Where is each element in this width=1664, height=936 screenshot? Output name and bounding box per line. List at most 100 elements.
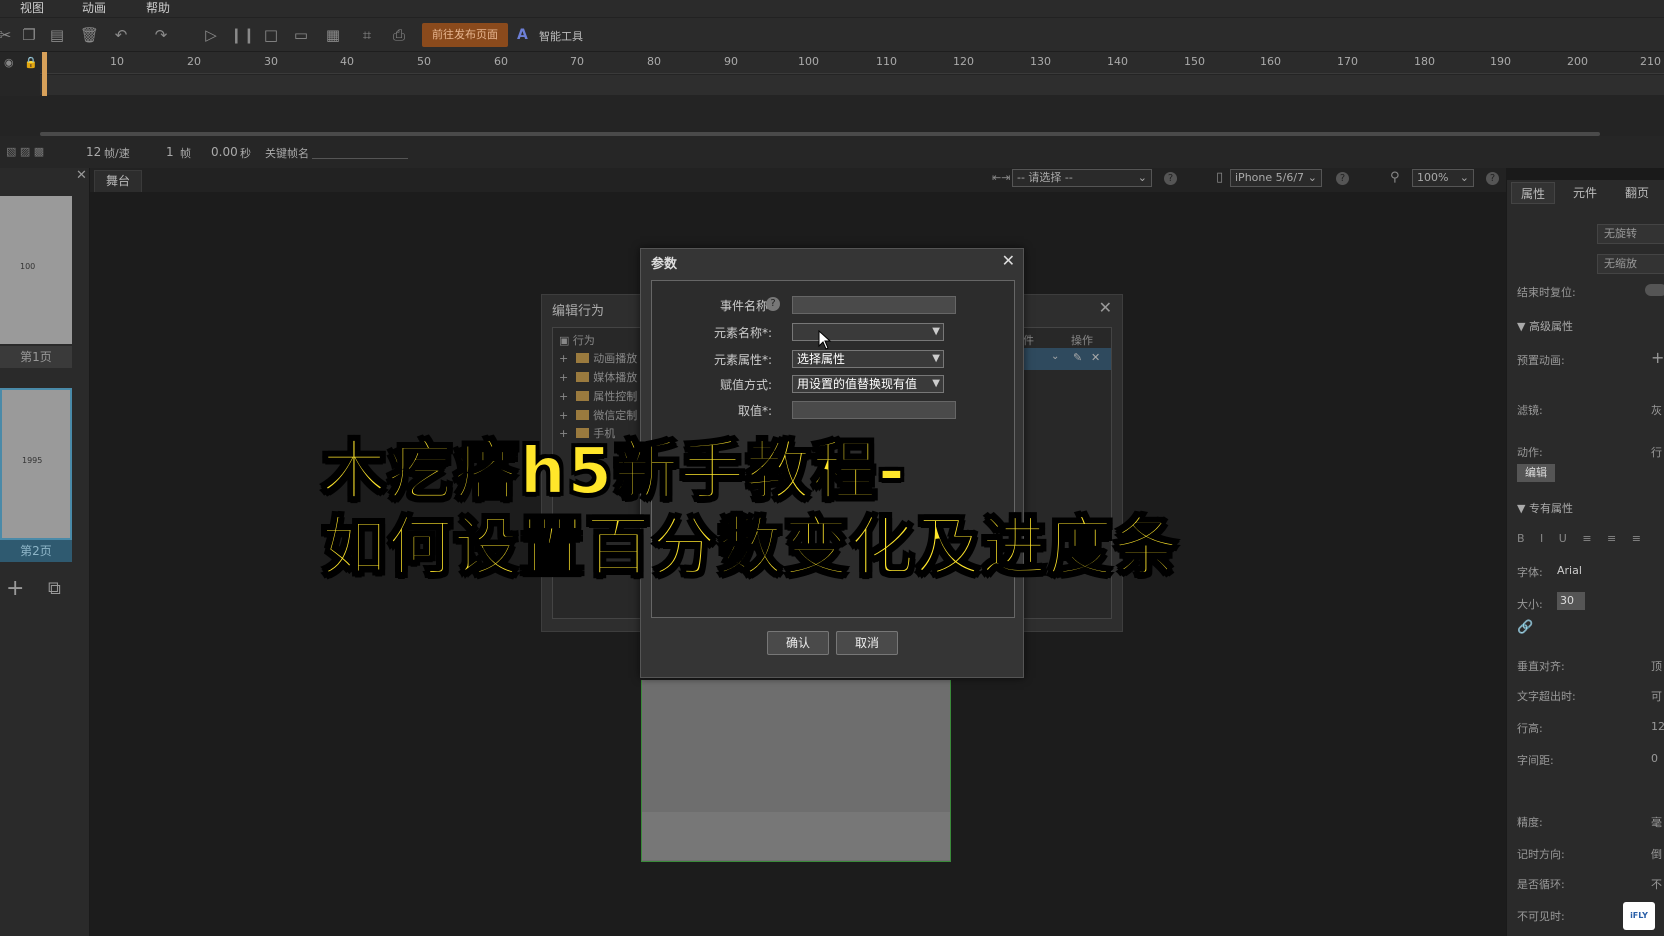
layer-controls: ◉ 🔒 — [0, 52, 40, 96]
ai-tool-icon[interactable]: A — [517, 27, 528, 43]
device-select[interactable]: iPhone 5/6/7 ⌄ — [1230, 169, 1322, 187]
js-icon[interactable]: ⌗ — [358, 26, 376, 44]
element-prop-select[interactable]: 选择属性 ▼ — [792, 350, 944, 368]
advanced-section-header[interactable]: ▼ 高级属性 — [1517, 318, 1573, 334]
font-value[interactable]: Arial — [1557, 564, 1582, 577]
delete-icon[interactable]: ✕ — [1091, 351, 1100, 364]
overflow-value[interactable]: 可 — [1651, 688, 1662, 704]
help-icon[interactable]: ? — [1486, 172, 1499, 185]
add-anim-icon[interactable]: + — [1651, 348, 1664, 367]
filter-label: 滤镜: — [1517, 404, 1543, 417]
page-thumbnail-2[interactable]: 1995 — [0, 388, 72, 540]
tree-item[interactable]: + 属性控制 — [559, 388, 637, 404]
timeline: ◉ 🔒 10 20 30 40 50 60 70 80 90 100 110 1… — [0, 52, 1664, 136]
help-icon[interactable]: ? — [1336, 172, 1349, 185]
letter-spacing-value[interactable]: 0 — [1651, 752, 1658, 765]
play-icon[interactable]: ▷ — [202, 26, 220, 44]
add-page-icon[interactable]: + — [6, 576, 24, 601]
delete-icon[interactable]: 🗑 — [80, 26, 99, 44]
link-icon[interactable]: 🔗 — [1517, 620, 1533, 635]
event-name-label: 事件名称: — [719, 299, 772, 313]
line-height-value[interactable]: 12 — [1651, 720, 1664, 733]
timeline-ruler[interactable]: 10 20 30 40 50 60 70 80 90 100 110 120 1… — [40, 52, 1664, 74]
event-name-input[interactable] — [792, 296, 956, 314]
timeline-track[interactable] — [40, 75, 1664, 95]
copy-page-icon[interactable]: ⧉ — [48, 578, 61, 599]
close-icon[interactable]: ✕ — [1002, 251, 1015, 270]
filter-value[interactable]: 灰 — [1651, 402, 1662, 418]
zoom-icon[interactable]: ⚲ — [1390, 170, 1400, 185]
help-icon[interactable]: ? — [1164, 172, 1177, 185]
element-select[interactable]: -- 请选择 -- ⌄ — [1012, 169, 1152, 187]
zoom-select[interactable]: 100% ⌄ — [1412, 169, 1474, 187]
rotate-select[interactable]: 无旋转 — [1597, 224, 1664, 244]
page-label-2[interactable]: 第2页 — [0, 540, 72, 562]
tab-components[interactable]: 元件 — [1563, 182, 1607, 204]
thumb-text: 100 — [20, 262, 36, 271]
timeline-status-bar: ▧ ▨ ▩ 12 帧/速 1 帧 0.00 秒 关键帧名 — [0, 136, 1664, 168]
pause-icon[interactable]: ❙❙ — [230, 26, 255, 44]
close-icon[interactable]: ✕ — [1099, 298, 1112, 317]
tree-item-label: 媒体播放 — [593, 371, 638, 384]
close-icon[interactable]: ✕ — [76, 168, 87, 183]
reset-toggle[interactable] — [1645, 284, 1664, 296]
eye-icon[interactable]: ◉ — [4, 56, 14, 69]
menu-help[interactable]: 帮助 — [146, 0, 170, 17]
print-icon[interactable]: ⎙ — [390, 26, 408, 44]
redo-icon[interactable]: ↷ — [152, 26, 170, 44]
tick-label: 50 — [417, 55, 431, 68]
lock-icon[interactable]: 🔒 — [24, 56, 38, 69]
qrcode-icon[interactable]: ▦ — [324, 26, 342, 44]
help-icon[interactable]: ? — [766, 297, 780, 311]
frame-tools-icon[interactable]: ▧ ▨ ▩ — [6, 145, 44, 158]
tree-item-label: 动画播放 — [593, 352, 638, 365]
size-value[interactable]: 30 — [1557, 592, 1585, 610]
tab-page-turn[interactable]: 翻页 — [1615, 182, 1659, 204]
behavior-row[interactable]: ⌄ ✎ ✕ — [1023, 348, 1111, 370]
progress-bar-element[interactable] — [642, 812, 950, 860]
cut-icon[interactable]: ✂ — [0, 26, 14, 44]
screen-icon[interactable]: ▭ — [292, 26, 310, 44]
size-label: 大小: — [1517, 598, 1543, 611]
page-thumbnail-1[interactable]: 100 — [0, 196, 72, 344]
folder-icon — [576, 410, 590, 420]
select-placeholder: -- 请选择 -- — [1017, 171, 1073, 184]
tab-stage[interactable]: 舞台 — [94, 170, 142, 192]
paste-icon[interactable]: ▤ — [48, 26, 66, 44]
scale-select[interactable]: 无缩放 — [1597, 254, 1664, 274]
confirm-button[interactable]: 确认 — [767, 631, 829, 655]
tree-item-label: 属性控制 — [593, 390, 638, 403]
playhead[interactable] — [42, 52, 47, 96]
timer-direction-value[interactable]: 倒 — [1651, 846, 1662, 862]
tree-item[interactable]: + 动画播放 — [559, 350, 637, 366]
tree-root[interactable]: ▣ 行为 — [559, 332, 595, 348]
edit-icon[interactable]: ✎ — [1073, 351, 1082, 364]
edit-action-button[interactable]: 编辑 — [1517, 464, 1555, 482]
stop-icon[interactable]: □ — [262, 26, 280, 44]
assign-select[interactable]: 用设置的值替换现有值 ▼ — [792, 375, 944, 393]
page-label-1[interactable]: 第1页 — [0, 346, 72, 368]
valign-value[interactable]: 顶 — [1651, 658, 1662, 674]
menu-view[interactable]: 视图 — [20, 0, 44, 17]
undo-icon[interactable]: ↶ — [112, 26, 130, 44]
exclusive-section-header[interactable]: ▼ 专有属性 — [1517, 500, 1573, 516]
mouse-cursor-icon — [818, 330, 832, 350]
element-name-select[interactable]: ▼ — [792, 323, 944, 341]
publish-page-button[interactable]: 前往发布页面 — [422, 23, 508, 47]
tree-item[interactable]: + 媒体播放 — [559, 369, 637, 385]
fps-value[interactable]: 12 — [86, 145, 101, 159]
ai-tool-label[interactable]: 智能工具 — [539, 28, 583, 44]
copy-icon[interactable]: ❐ — [20, 26, 38, 44]
precision-value[interactable]: 毫 — [1651, 814, 1662, 830]
value-input[interactable] — [792, 401, 956, 419]
menu-animation[interactable]: 动画 — [82, 0, 106, 17]
preset-anim-label: 预置动画: — [1517, 354, 1565, 367]
frame-label: 帧 — [180, 147, 191, 160]
tab-properties[interactable]: 属性 — [1511, 182, 1555, 204]
text-format-icons[interactable]: B I U ≡ ≡ ≡ — [1517, 532, 1647, 545]
cancel-button[interactable]: 取消 — [836, 631, 898, 655]
keyframe-name-input[interactable] — [312, 158, 408, 159]
chevron-down-icon[interactable]: ⌄ — [1051, 351, 1059, 362]
align-icon[interactable]: ⇤⇥ — [992, 171, 1010, 184]
loop-value[interactable]: 不 — [1651, 876, 1662, 892]
